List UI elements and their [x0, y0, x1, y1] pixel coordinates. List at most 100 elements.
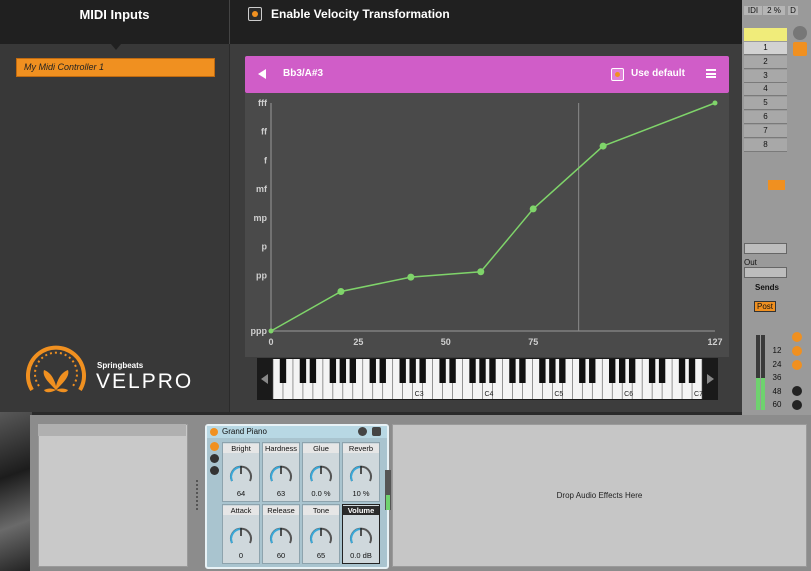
knob-dial-icon[interactable] [343, 521, 379, 549]
track-slot-1[interactable]: 1 [744, 42, 787, 55]
knob-label: Hardness [263, 444, 299, 453]
knob-hardness[interactable]: Hardness 63 [262, 442, 300, 502]
curve-point[interactable] [407, 273, 415, 281]
activator-icon[interactable] [792, 346, 802, 356]
knob-label: Reverb [343, 444, 379, 453]
knob-dial-icon[interactable] [263, 459, 299, 487]
piano-keyboard[interactable]: C3 C4 C5 C6 C7 [257, 358, 718, 400]
black-key [449, 359, 456, 383]
knob-label: Glue [303, 444, 339, 453]
instrument-rack: Grand Piano Bright 64 Hardness 63 Glue 0.0 % R… [205, 424, 389, 569]
knob-release[interactable]: Release 60 [262, 504, 300, 564]
cue-icon[interactable] [792, 360, 802, 370]
knob-attack[interactable]: Attack 0 [222, 504, 260, 564]
track-header-selected[interactable] [744, 28, 787, 41]
arm-icon[interactable] [768, 180, 785, 190]
save-preset-icon[interactable] [372, 427, 381, 436]
knob-dial-icon[interactable] [223, 521, 259, 549]
solo-icon[interactable] [792, 332, 802, 342]
ableton-mixer-strip: IDI 2 % D 12345678 Out Sends Post 12 24 36… [742, 0, 811, 415]
knob-value: 60 [276, 551, 286, 560]
knob-glue[interactable]: Glue 0.0 % [302, 442, 340, 502]
meter-mark: 12 [772, 346, 782, 355]
black-key [549, 359, 556, 383]
tab-indicator-icon [111, 44, 121, 50]
knob-dial-icon[interactable] [303, 521, 339, 549]
knob-tone[interactable]: Tone 65 [302, 504, 340, 564]
device-list-icon[interactable] [210, 466, 219, 475]
curve-point[interactable] [268, 328, 274, 334]
piano-keyboard-svg[interactable]: C3 C4 C5 C6 C7 [257, 358, 718, 400]
octave-label: C5 [554, 391, 563, 398]
y-tick-label: mp [254, 213, 268, 223]
track-status-button[interactable] [793, 26, 807, 40]
midi-label: IDI [744, 6, 762, 15]
input-select[interactable] [744, 243, 787, 254]
session-view-icon[interactable] [793, 42, 807, 56]
midi-controller-label: My Midi Controller 1 [24, 62, 105, 72]
track-slot-2[interactable]: 2 [744, 55, 787, 69]
knob-dial-icon[interactable] [223, 459, 259, 487]
track-slot-5[interactable]: 5 [744, 97, 787, 111]
brand-company: Springbeats [97, 361, 144, 370]
arm-record-icon[interactable] [792, 386, 802, 396]
knob-dial-icon[interactable] [263, 521, 299, 549]
curve-point[interactable] [529, 205, 537, 213]
knob-dial-icon[interactable] [303, 459, 339, 487]
y-tick-label: ppp [251, 326, 268, 336]
black-key [658, 359, 666, 383]
scroll-right-icon[interactable] [707, 374, 714, 384]
black-key [329, 359, 337, 383]
track-slot-6[interactable]: 6 [744, 111, 787, 124]
knob-dial-icon[interactable] [343, 459, 379, 487]
clip-view-header [38, 424, 186, 436]
enable-velocity-checkbox[interactable] [248, 7, 262, 21]
device-on-icon[interactable] [210, 428, 218, 436]
chain-toggle-icon[interactable] [210, 454, 219, 463]
use-default-checkbox[interactable] [611, 68, 624, 81]
octave-label: C6 [624, 391, 633, 398]
close-icon[interactable] [792, 400, 802, 410]
y-tick-label: f [264, 155, 268, 165]
track-slot-3[interactable]: 3 [744, 69, 787, 83]
black-key [489, 359, 496, 383]
top-bar: MIDI Inputs Enable Velocity Transformati… [0, 0, 742, 44]
track-slot-4[interactable]: 4 [744, 83, 787, 97]
device-drag-handle[interactable] [196, 480, 202, 510]
black-key [419, 359, 426, 383]
black-key [618, 359, 626, 383]
macro-toggle-icon[interactable] [210, 442, 219, 451]
post-button[interactable]: Post [754, 301, 776, 312]
back-arrow-icon[interactable] [258, 69, 266, 79]
cpu-label: 2 % [763, 6, 785, 15]
midi-inputs-title: MIDI Inputs [79, 7, 150, 22]
track-slot-7[interactable]: 7 [744, 124, 787, 138]
audio-effects-drop-zone[interactable]: Drop Audio Effects Here [392, 424, 807, 567]
curve-point[interactable] [337, 288, 345, 296]
track-slot-8[interactable]: 8 [744, 138, 787, 152]
velocity-curve-line [270, 102, 716, 332]
meter-mark: 36 [772, 373, 782, 382]
midi-controller-item[interactable]: My Midi Controller 1 [16, 58, 215, 77]
curve-point[interactable] [477, 268, 485, 276]
hot-swap-icon[interactable] [358, 427, 367, 436]
knob-label: Attack [223, 506, 259, 515]
knob-volume[interactable]: Volume 0.0 dB [342, 504, 380, 564]
knob-reverb[interactable]: Reverb 10 % [342, 442, 380, 502]
curve-point[interactable] [599, 142, 607, 150]
desktop-background [0, 410, 32, 571]
meter-mark: 48 [772, 386, 782, 396]
knob-value: 0.0 % [311, 489, 331, 498]
black-key [339, 359, 347, 383]
curve-point[interactable] [712, 100, 718, 106]
velocity-curve-graph[interactable]: fff ff f mf mp p pp ppp 0 25 50 75 127 [245, 93, 729, 357]
black-key [628, 359, 636, 383]
knob-bright[interactable]: Bright 64 [222, 442, 260, 502]
black-key [309, 359, 317, 383]
velocity-curve-svg[interactable]: ffffffmfmppppppp0 25 50 75 127 [245, 93, 729, 357]
scroll-left-icon[interactable] [261, 374, 268, 384]
menu-icon[interactable] [706, 69, 716, 78]
y-tick-label: pp [256, 270, 267, 280]
output-select[interactable] [744, 267, 787, 278]
black-key [349, 359, 357, 383]
